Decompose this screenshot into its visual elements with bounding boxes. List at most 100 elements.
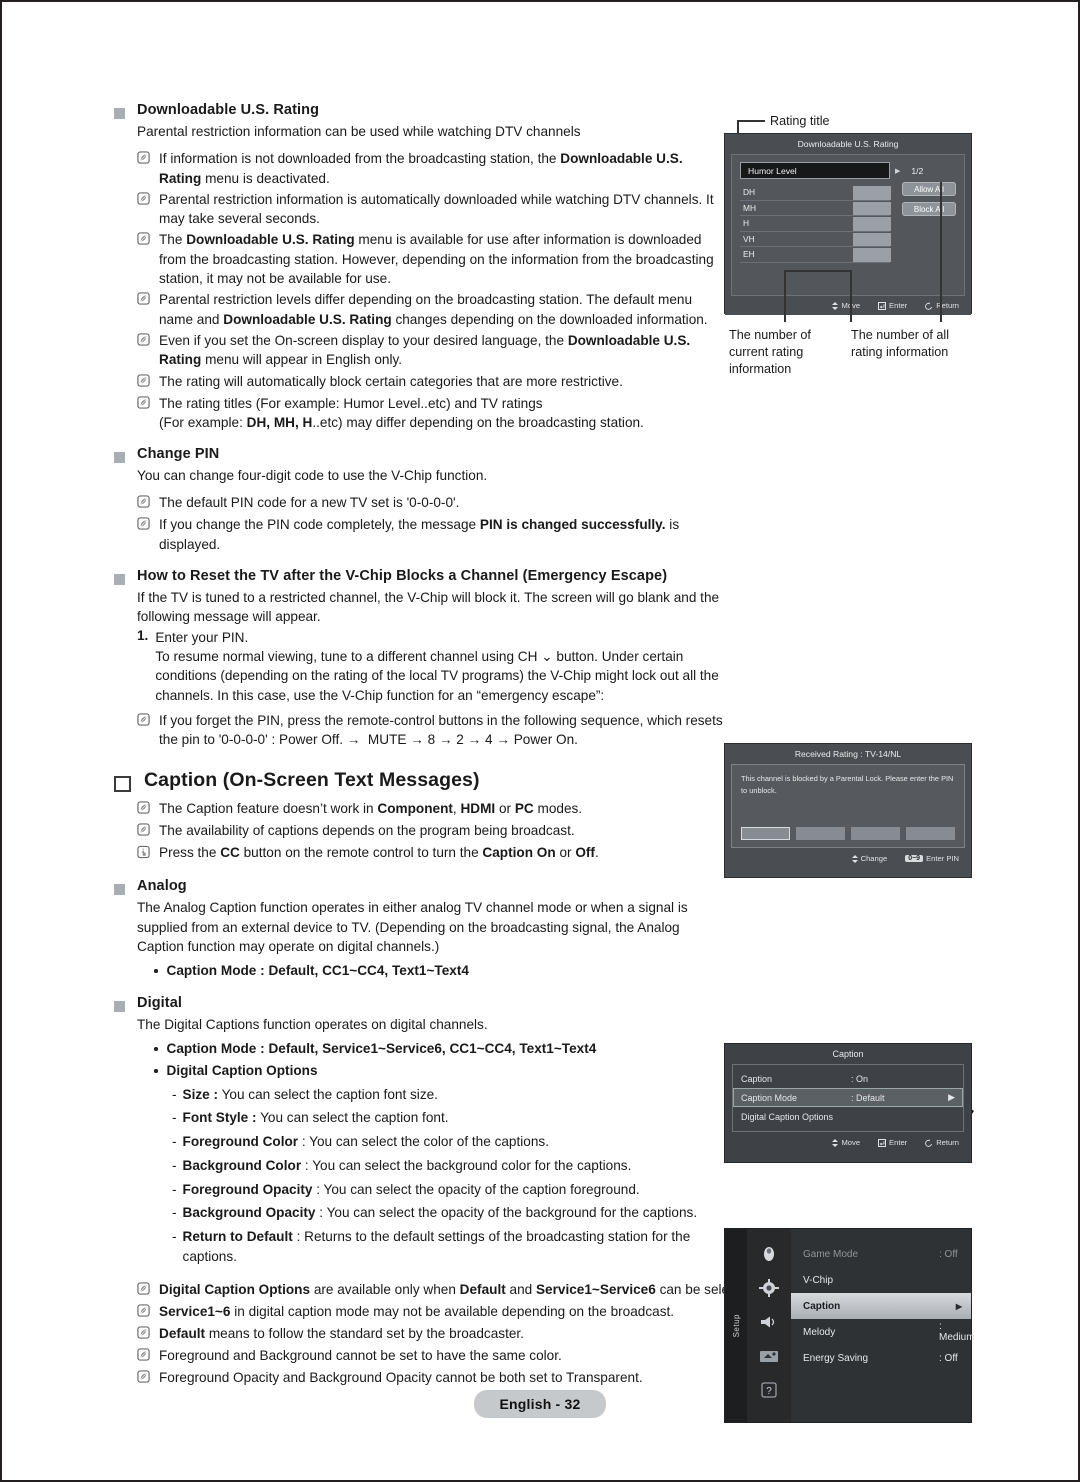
osd-footer: Move Enter Return xyxy=(725,296,971,315)
option-text: Font Style : You can select the caption … xyxy=(182,1110,449,1126)
block-all-button[interactable]: Block All xyxy=(902,202,956,216)
caption-row-digital-options[interactable]: Digital Caption Options xyxy=(733,1107,963,1126)
downloadable-intro: Parental restriction information can be … xyxy=(137,124,581,139)
setup-row-energy-saving[interactable]: Energy Saving : Off xyxy=(791,1345,971,1371)
rating-row-checkbox[interactable] xyxy=(853,248,891,262)
callout-leader-left-drop xyxy=(784,270,786,322)
setup-row-value: : Off xyxy=(939,1248,958,1260)
content-column: Downloadable U.S. Rating Parental restri… xyxy=(114,102,867,1394)
chevron-right-icon: ▶ xyxy=(955,1301,962,1311)
note-leaf-icon xyxy=(137,373,150,392)
gear-icon[interactable] xyxy=(759,1279,779,1297)
rating-row-checkbox[interactable] xyxy=(853,232,891,246)
option-text: Foreground Opacity : You can select the … xyxy=(182,1181,640,1197)
footer-return: Return xyxy=(925,301,959,310)
heading-caption: Caption (On-Screen Text Messages) xyxy=(114,769,724,793)
note-item: The Downloadable U.S. Rating menu is ava… xyxy=(137,230,724,288)
dash-icon: - xyxy=(172,1086,177,1102)
section-analog: Analog The Analog Caption function opera… xyxy=(114,878,724,981)
note-leaf-icon xyxy=(137,713,150,731)
numbered-step: 1. Enter your PIN. To resume normal viewi… xyxy=(137,628,724,705)
setup-rail-label: Setup xyxy=(731,1313,741,1338)
digital-intro: The Digital Captions function operates o… xyxy=(137,1017,488,1033)
section-emergency-escape: How to Reset the TV after the V-Chip Blo… xyxy=(114,568,724,749)
rating-row[interactable]: H xyxy=(740,216,891,232)
note-item: If you change the PIN code completely, t… xyxy=(137,515,724,554)
pin-digit-1[interactable] xyxy=(741,827,790,840)
section-downloadable-rating: Downloadable U.S. Rating Parental restri… xyxy=(114,102,724,432)
dash-icon: - xyxy=(172,1110,177,1126)
note-leaf-icon xyxy=(137,801,150,819)
note-item: The Caption feature doesn’t work in Comp… xyxy=(137,799,724,819)
rating-row-label: EH xyxy=(743,249,755,260)
dot-bullet-icon xyxy=(154,1047,158,1051)
note-item: If information is not downloaded from th… xyxy=(137,149,724,188)
pin-digit-4[interactable] xyxy=(906,827,955,840)
osd-received-rating: Received Rating : TV-14/NL This channel … xyxy=(724,743,972,878)
square-bullet-icon xyxy=(114,884,125,896)
osd-body: Humor Level ▶ 1/2 DH MH H VH EH Allow Al… xyxy=(731,154,965,296)
rating-row-checkbox[interactable] xyxy=(853,217,891,231)
rating-row-label: VH xyxy=(743,233,755,244)
note-leaf-icon xyxy=(137,395,150,414)
rating-row[interactable]: DH xyxy=(740,185,891,201)
note-text: Parental restriction information is auto… xyxy=(159,191,714,227)
hand-pointer-icon xyxy=(137,845,150,864)
setup-row-melody[interactable]: Melody : Medium xyxy=(791,1319,975,1345)
square-bullet-icon xyxy=(114,108,125,119)
note-text: The rating will automatically block cert… xyxy=(159,373,623,389)
note-leaf-icon xyxy=(137,333,150,351)
osd-caption-menu: Caption Caption : On Caption Mode : Defa… xyxy=(724,1043,972,1163)
picture-icon[interactable] xyxy=(759,1245,779,1263)
rating-selected-label: Humor Level xyxy=(748,165,797,176)
callout-current-rating: The number of current rating information xyxy=(729,328,811,376)
osd-title: Caption xyxy=(832,1049,864,1059)
rating-row-list: DH MH H VH EH xyxy=(740,185,956,263)
rating-row[interactable]: EH xyxy=(740,247,891,263)
heading-digital: Digital xyxy=(114,995,724,1013)
setup-row-label: Caption xyxy=(803,1300,841,1312)
section-change-pin: Change PIN You can change four-digit cod… xyxy=(114,446,724,554)
footer-move: Move xyxy=(832,301,860,310)
note-item: The rating titles (For example: Humor Le… xyxy=(137,394,724,433)
note-text: If information is not downloaded from th… xyxy=(159,151,683,186)
setup-row-caption[interactable]: Caption ▶ xyxy=(791,1293,971,1319)
note-leaf-icon xyxy=(137,823,150,841)
callout-leader-right xyxy=(940,182,942,322)
rating-row-checkbox[interactable] xyxy=(853,186,891,200)
note-text: The rating titles (For example: Humor Le… xyxy=(159,395,644,430)
allow-all-button[interactable]: Allow All xyxy=(902,182,956,196)
osd-downloadable-rating: Downloadable U.S. Rating Humor Level ▶ 1… xyxy=(724,133,972,315)
setup-row-game-mode[interactable]: Game Mode : Off xyxy=(791,1241,971,1267)
dash-icon: - xyxy=(172,1134,177,1150)
caption-row-caption[interactable]: Caption : On xyxy=(733,1069,963,1088)
rating-selected-item[interactable]: Humor Level xyxy=(740,162,890,179)
rating-row-checkbox[interactable] xyxy=(853,201,891,215)
option-item: - Return to Default : Returns to the def… xyxy=(172,1227,724,1266)
pin-digit-3[interactable] xyxy=(851,827,900,840)
caption-row-caption-mode[interactable]: Caption Mode : Default ▶ xyxy=(733,1088,963,1107)
heading-text: How to Reset the TV after the V-Chip Blo… xyxy=(137,568,668,585)
note-item: Even if you set the On-screen display to… xyxy=(137,331,724,370)
callout-leader-horizontal xyxy=(737,120,765,122)
heading-text: Downloadable U.S. Rating xyxy=(137,102,320,118)
page-footer: English - 32 xyxy=(2,1390,1078,1418)
rating-row[interactable]: VH xyxy=(740,232,891,247)
sound-icon[interactable] xyxy=(759,1313,779,1331)
caption-row-value: : Default xyxy=(851,1092,885,1103)
callout-leader-left xyxy=(850,270,852,322)
pin-digit-2[interactable] xyxy=(796,827,845,840)
setup-row-label: Energy Saving xyxy=(803,1352,869,1364)
input-icon[interactable] xyxy=(759,1347,779,1365)
footer-move: Move xyxy=(832,1138,860,1147)
note-leaf-icon xyxy=(137,495,150,513)
heading-emergency-escape: How to Reset the TV after the V-Chip Blo… xyxy=(114,568,724,586)
note-leaf-icon xyxy=(137,1282,150,1300)
rating-page-indicator: 1/2 xyxy=(911,165,924,176)
pin-entry-row[interactable] xyxy=(741,827,955,840)
key-0-9-badge: 0~9 xyxy=(905,855,924,862)
rating-row[interactable]: MH xyxy=(740,201,891,216)
section-caption: Caption (On-Screen Text Messages) The Ca… xyxy=(114,769,724,864)
caption-row-label: Caption xyxy=(741,1073,773,1084)
setup-row-vchip[interactable]: V-Chip xyxy=(791,1267,971,1293)
